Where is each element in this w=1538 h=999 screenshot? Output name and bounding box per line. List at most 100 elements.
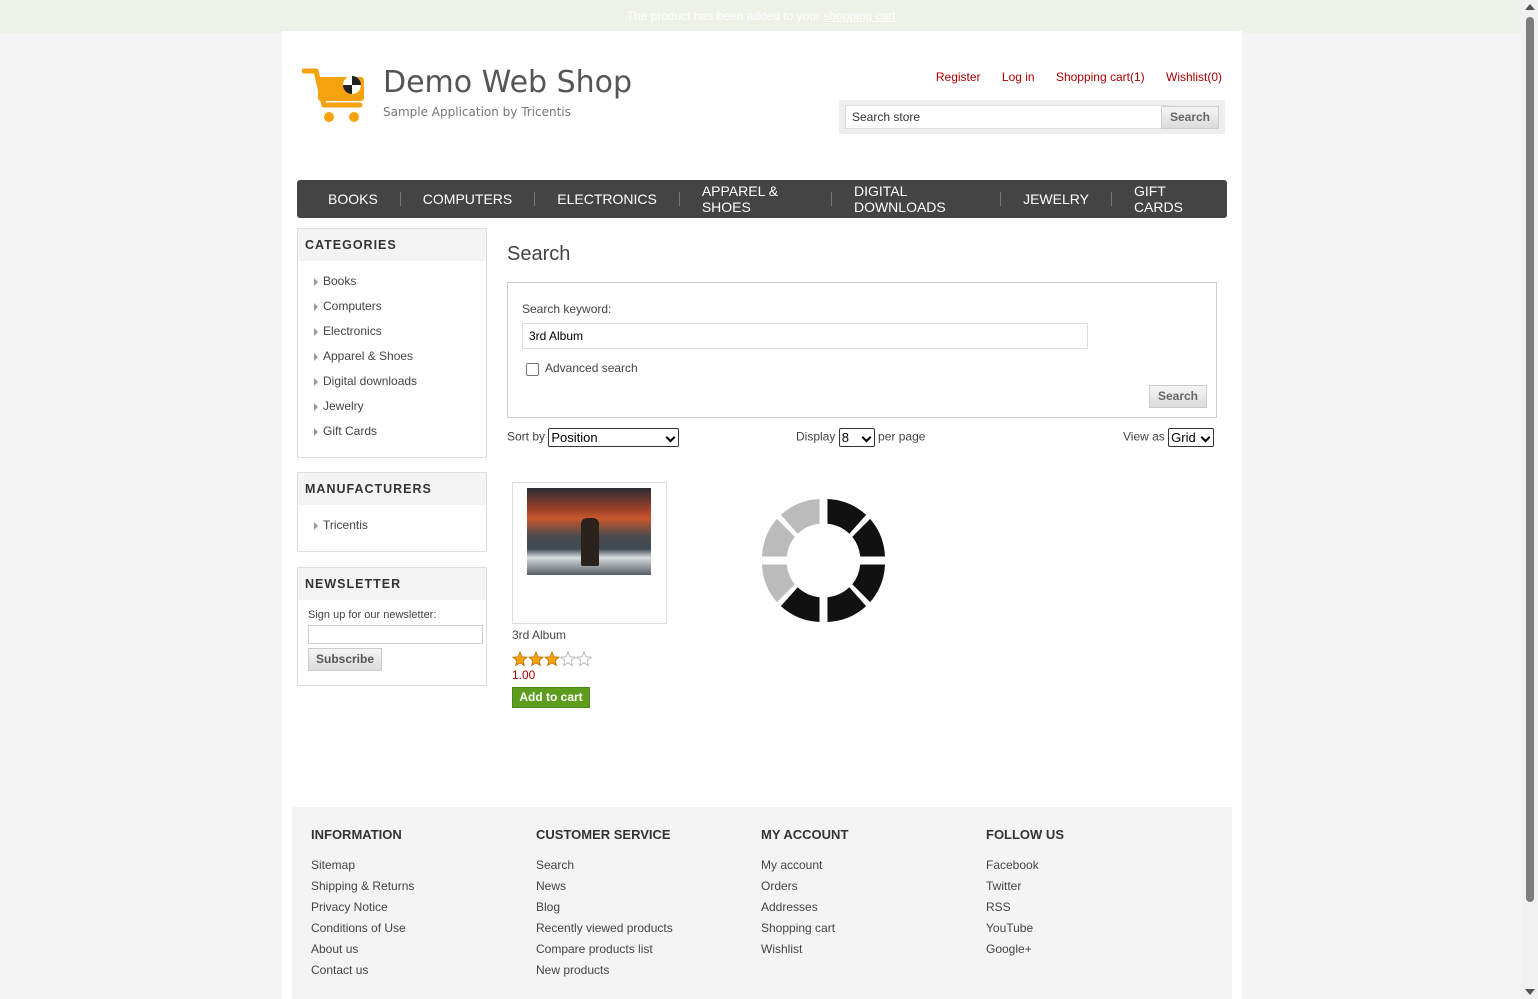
menu-separator	[534, 192, 536, 206]
search-keyword-input[interactable]: 3rd Album	[522, 323, 1088, 349]
product-title-link[interactable]: 3rd Album	[512, 628, 566, 642]
footer-link-compare-products[interactable]: Compare products list	[536, 942, 653, 956]
scrollbar[interactable]	[1522, 0, 1538, 999]
menu-computers[interactable]: COMPUTERS	[423, 191, 534, 207]
footer-link-new-products[interactable]: New products	[536, 963, 609, 977]
footer-link-contact-us[interactable]: Contact us	[311, 963, 368, 977]
notification-cart-link[interactable]: shopping cart	[823, 9, 895, 23]
page-master: Demo Web Shop Sample Application by Tric…	[282, 31, 1242, 999]
register-link[interactable]: Register	[936, 70, 981, 84]
category-link-digital-downloads[interactable]: Digital downloads	[323, 374, 417, 388]
footer-my-account-title: MY ACCOUNT	[761, 827, 849, 842]
menu-apparel-shoes[interactable]: APPAREL & SHOES	[702, 183, 831, 215]
footer-link-wishlist[interactable]: Wishlist	[761, 942, 802, 956]
page-size-select[interactable]: 8	[838, 428, 875, 447]
category-item[interactable]: Digital downloads	[298, 369, 486, 394]
star-empty-icon	[575, 651, 592, 667]
page-title: Search	[507, 243, 571, 265]
display-label: Display	[796, 429, 836, 444]
footer-link-my-account[interactable]: My account	[761, 858, 822, 872]
store-search-button[interactable]: Search	[1161, 106, 1219, 129]
sort-by-select[interactable]: Position	[548, 428, 680, 447]
footer-link-twitter[interactable]: Twitter	[986, 879, 1021, 893]
menu-digital-downloads[interactable]: DIGITAL DOWNLOADS	[854, 183, 1000, 215]
menu-separator	[1000, 192, 1002, 206]
category-item[interactable]: Apparel & Shoes	[298, 344, 486, 369]
shopping-cart-logo-icon[interactable]	[302, 67, 368, 125]
view-as-label: View as	[1123, 429, 1165, 444]
category-link-gift-cards[interactable]: Gift Cards	[323, 424, 377, 438]
menu-jewelry[interactable]: JEWELRY	[1023, 191, 1111, 207]
shopping-cart-link[interactable]: Shopping cart(1)	[1056, 70, 1145, 84]
category-item[interactable]: Computers	[298, 294, 486, 319]
footer-link-recently-viewed[interactable]: Recently viewed products	[536, 921, 673, 935]
product-price: 1.00	[512, 668, 536, 682]
menu-books[interactable]: BOOKS	[328, 191, 400, 207]
footer-link-search[interactable]: Search	[536, 858, 574, 872]
category-link-electronics[interactable]: Electronics	[323, 324, 382, 338]
footer-follow-us-column: FOLLOW US Facebook Twitter RSS YouTube G…	[986, 827, 1206, 960]
footer-customer-service-title: CUSTOMER SERVICE	[536, 827, 671, 842]
page-size-control: Display 8 per page	[796, 428, 925, 447]
scroll-up-arrow-icon[interactable]	[1525, 4, 1535, 10]
product-rating-stars	[512, 651, 592, 667]
scrollbar-thumb[interactable]	[1526, 17, 1534, 902]
categories-block: CATEGORIES Books Computers Electronics A…	[297, 228, 487, 458]
sort-by-control: Sort by Position	[507, 428, 680, 447]
manufacturers-title: MANUFACTURERS	[298, 473, 486, 505]
category-item[interactable]: Gift Cards	[298, 419, 486, 444]
advanced-search-label[interactable]: Advanced search	[545, 361, 638, 375]
category-item[interactable]: Jewelry	[298, 394, 486, 419]
menu-electronics[interactable]: ELECTRONICS	[557, 191, 679, 207]
footer-link-about-us[interactable]: About us	[311, 942, 358, 956]
manufacturer-item[interactable]: Tricentis	[298, 513, 486, 538]
store-search-input[interactable]: Search store	[845, 105, 1169, 129]
category-link-books[interactable]: Books	[323, 274, 356, 288]
newsletter-block: NEWSLETTER Sign up for our newsletter: S…	[297, 567, 487, 686]
star-filled-icon	[527, 651, 545, 667]
footer-link-sitemap[interactable]: Sitemap	[311, 858, 355, 872]
chevron-down-icon	[665, 432, 676, 443]
footer-link-conditions-of-use[interactable]: Conditions of Use	[311, 921, 406, 935]
footer-link-rss[interactable]: RSS	[986, 900, 1011, 914]
manufacturer-link-tricentis[interactable]: Tricentis	[323, 518, 368, 532]
search-button[interactable]: Search	[1149, 385, 1207, 408]
advanced-search-checkbox[interactable]	[526, 363, 539, 376]
footer-link-google-plus[interactable]: Google+	[986, 942, 1032, 956]
footer-link-blog[interactable]: Blog	[536, 900, 560, 914]
notification-text: The product has been added to your	[626, 9, 821, 23]
menu-gift-cards[interactable]: GIFT CARDS	[1134, 183, 1227, 215]
product-image-box[interactable]	[512, 482, 667, 624]
footer: INFORMATION Sitemap Shipping & Returns P…	[292, 807, 1232, 999]
category-link-apparel-shoes[interactable]: Apparel & Shoes	[323, 349, 413, 363]
login-link[interactable]: Log in	[1002, 70, 1035, 84]
add-to-cart-button[interactable]: Add to cart	[512, 687, 590, 708]
category-item[interactable]: Books	[298, 269, 486, 294]
footer-link-news[interactable]: News	[536, 879, 566, 893]
chevron-down-icon	[1200, 432, 1211, 443]
view-mode-select[interactable]: Grid	[1168, 428, 1215, 447]
footer-link-shopping-cart[interactable]: Shopping cart	[761, 921, 835, 935]
menu-separator	[678, 192, 680, 206]
footer-link-addresses[interactable]: Addresses	[761, 900, 818, 914]
shop-title[interactable]: Demo Web Shop	[383, 65, 632, 100]
per-page-label: per page	[878, 429, 926, 444]
footer-link-orders[interactable]: Orders	[761, 879, 798, 893]
subscribe-button[interactable]: Subscribe	[308, 648, 382, 671]
footer-link-shipping-returns[interactable]: Shipping & Returns	[311, 879, 414, 893]
wishlist-link[interactable]: Wishlist(0)	[1166, 70, 1222, 84]
newsletter-email-input[interactable]	[308, 625, 483, 644]
newsletter-label: Sign up for our newsletter:	[308, 609, 437, 621]
footer-information-title: INFORMATION	[311, 827, 402, 842]
menu-separator	[831, 192, 832, 206]
category-link-jewelry[interactable]: Jewelry	[323, 399, 364, 413]
footer-link-privacy-notice[interactable]: Privacy Notice	[311, 900, 388, 914]
category-item[interactable]: Electronics	[298, 319, 486, 344]
product-image[interactable]	[527, 488, 651, 575]
category-link-computers[interactable]: Computers	[323, 299, 382, 313]
product-image-figure	[581, 518, 599, 566]
scroll-down-arrow-icon[interactable]	[1525, 989, 1535, 995]
footer-link-youtube[interactable]: YouTube	[986, 921, 1033, 935]
star-filled-icon	[543, 651, 561, 667]
footer-link-facebook[interactable]: Facebook	[986, 858, 1039, 872]
